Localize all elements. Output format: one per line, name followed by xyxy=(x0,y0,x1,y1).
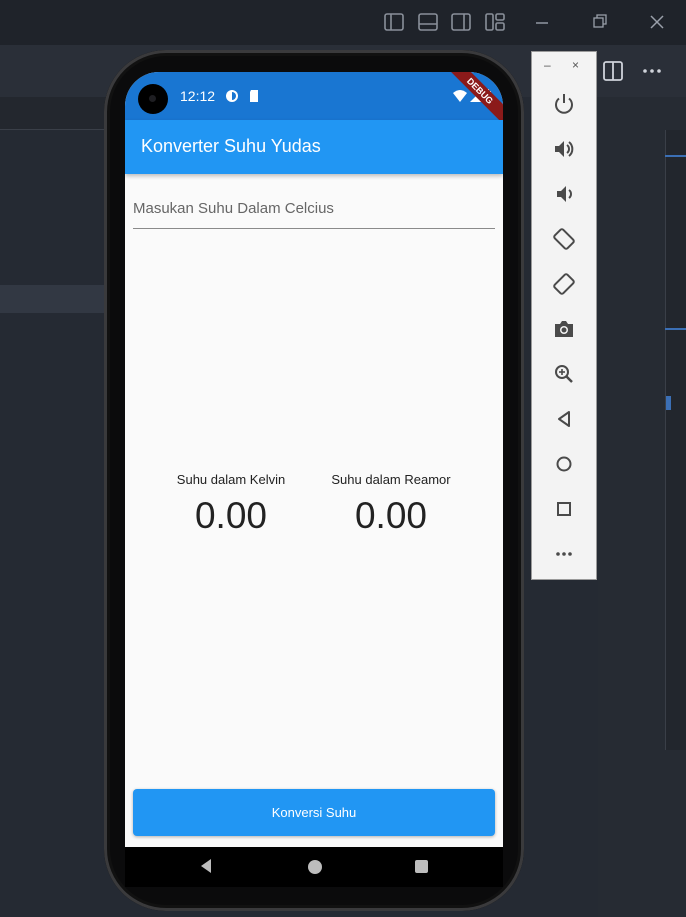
emulator-minimize-button[interactable]: – xyxy=(544,58,551,72)
status-time: 12:12 xyxy=(180,88,216,104)
emulator-close-button[interactable]: × xyxy=(572,58,579,72)
sd-card-icon xyxy=(250,90,258,102)
more-icon[interactable] xyxy=(552,542,576,566)
data-saver-icon xyxy=(226,90,238,102)
rotate-left-icon[interactable] xyxy=(552,227,576,251)
minimap-indicator xyxy=(665,155,686,157)
reamur-result: Suhu dalam Reamor 0.00 xyxy=(316,472,466,537)
editor-titlebar xyxy=(0,0,686,45)
zoom-icon[interactable] xyxy=(552,362,576,386)
status-bar: 12:12 DEBUG xyxy=(125,72,503,128)
editor-highlight-line xyxy=(0,285,110,313)
power-icon[interactable] xyxy=(552,92,576,116)
kelvin-label: Suhu dalam Kelvin xyxy=(176,472,286,487)
front-camera xyxy=(138,84,168,114)
nav-back-icon[interactable] xyxy=(199,858,213,874)
toggle-secondary-sidebar-icon[interactable] xyxy=(450,12,472,32)
minimap-indicator xyxy=(665,328,686,330)
toggle-panel-icon[interactable] xyxy=(417,12,439,32)
overview-icon[interactable] xyxy=(552,497,576,521)
more-actions-icon[interactable] xyxy=(640,60,664,82)
window-minimize-icon[interactable] xyxy=(532,12,552,32)
app-bar: Konverter Suhu Yudas xyxy=(125,120,503,174)
phone-emulator-frame: 12:12 DEBUG Konverter Suhu Yudas Suhu da… xyxy=(104,50,524,911)
wifi-icon xyxy=(453,90,467,102)
nav-home-icon[interactable] xyxy=(308,860,322,874)
celsius-input[interactable] xyxy=(133,194,495,222)
camera-icon[interactable] xyxy=(552,317,576,341)
back-icon[interactable] xyxy=(552,407,576,431)
volume-down-icon[interactable] xyxy=(552,182,576,206)
toggle-primary-sidebar-icon[interactable] xyxy=(383,12,405,32)
editor-minimap xyxy=(665,130,686,750)
editor-breadcrumb-area xyxy=(0,97,120,130)
reamur-label: Suhu dalam Reamor xyxy=(331,472,451,487)
kelvin-value: 0.00 xyxy=(194,495,267,536)
rotate-right-icon[interactable] xyxy=(552,272,576,296)
volume-up-icon[interactable] xyxy=(552,137,576,161)
celsius-input-field[interactable] xyxy=(133,190,495,229)
reamur-value: 0.00 xyxy=(354,495,427,536)
minimap-mark xyxy=(666,396,671,410)
nav-recent-icon[interactable] xyxy=(415,860,428,873)
app-screen: 12:12 DEBUG Konverter Suhu Yudas Suhu da… xyxy=(125,72,503,847)
emulator-toolbar: – × xyxy=(531,51,597,580)
app-title: Konverter Suhu Yudas xyxy=(141,136,321,156)
customize-layout-icon[interactable] xyxy=(484,12,506,32)
split-editor-icon[interactable] xyxy=(602,60,624,82)
window-close-icon[interactable] xyxy=(647,12,667,32)
android-nav-bar xyxy=(125,847,503,887)
convert-button[interactable]: Konversi Suhu xyxy=(133,789,495,836)
window-restore-icon[interactable] xyxy=(590,12,610,32)
kelvin-result: Suhu dalam Kelvin 0.00 xyxy=(156,472,306,537)
home-icon[interactable] xyxy=(552,452,576,476)
